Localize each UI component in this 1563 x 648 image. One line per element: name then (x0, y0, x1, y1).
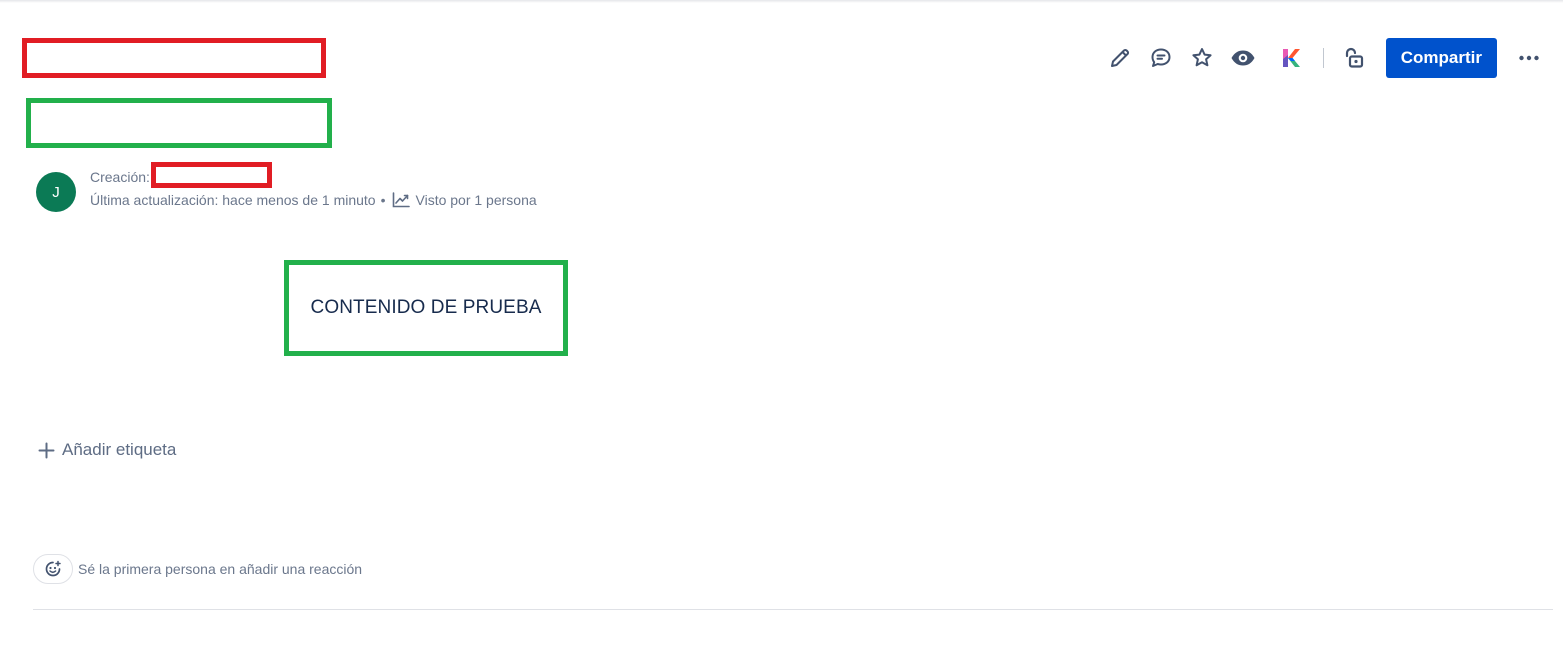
share-button[interactable]: Compartir (1385, 38, 1497, 78)
page-title-redaction (22, 38, 326, 78)
page-views-link[interactable]: Visto por 1 persona (392, 191, 537, 209)
unlock-icon (1345, 47, 1363, 68)
k-logo-icon (1282, 49, 1300, 67)
toolbar-separator (1322, 48, 1324, 68)
byline-created: Creación: (90, 168, 150, 186)
add-reaction-button[interactable] (33, 554, 73, 584)
author-avatar[interactable]: J (36, 172, 76, 212)
page-toolbar: Compartir (1099, 38, 1549, 78)
star-button[interactable] (1182, 38, 1222, 78)
add-label-text: Añadir etiqueta (62, 440, 177, 459)
page-subtitle-redaction (26, 98, 332, 148)
edit-button[interactable] (1100, 38, 1140, 78)
top-edge-shadow (0, 0, 1563, 3)
byline-bullet: • (380, 192, 386, 208)
plus-icon (38, 442, 55, 458)
add-label-button[interactable]: Añadir etiqueta (38, 438, 176, 462)
created-label: Creación: (90, 169, 150, 185)
pencil-icon (1110, 48, 1129, 67)
more-horizontal-icon (1519, 55, 1539, 61)
more-actions-button[interactable] (1509, 38, 1549, 78)
star-icon (1192, 48, 1212, 67)
comment-button[interactable] (1141, 38, 1181, 78)
byline-updated: Última actualización: hace menos de 1 mi… (90, 191, 537, 209)
confluence-page: Compartir J Creación: Última actualizaci… (0, 0, 1563, 648)
page-content-text: CONTENIDO DE PRUEBA (310, 297, 542, 318)
footer-divider (33, 609, 1553, 610)
analytics-icon (392, 192, 410, 208)
last-updated-text: Última actualización: hace menos de 1 mi… (90, 192, 376, 208)
author-name-redaction (151, 162, 272, 188)
comment-icon (1151, 48, 1171, 67)
page-content-box: CONTENIDO DE PRUEBA (284, 260, 568, 356)
reaction-prompt: Sé la primera persona en añadir una reac… (78, 561, 363, 577)
watch-button[interactable] (1223, 38, 1263, 78)
emoji-add-icon (45, 560, 61, 577)
views-text: Visto por 1 persona (415, 192, 537, 208)
app-extension-button[interactable] (1271, 38, 1311, 78)
eye-icon (1231, 50, 1255, 66)
restrictions-button[interactable] (1333, 38, 1373, 78)
